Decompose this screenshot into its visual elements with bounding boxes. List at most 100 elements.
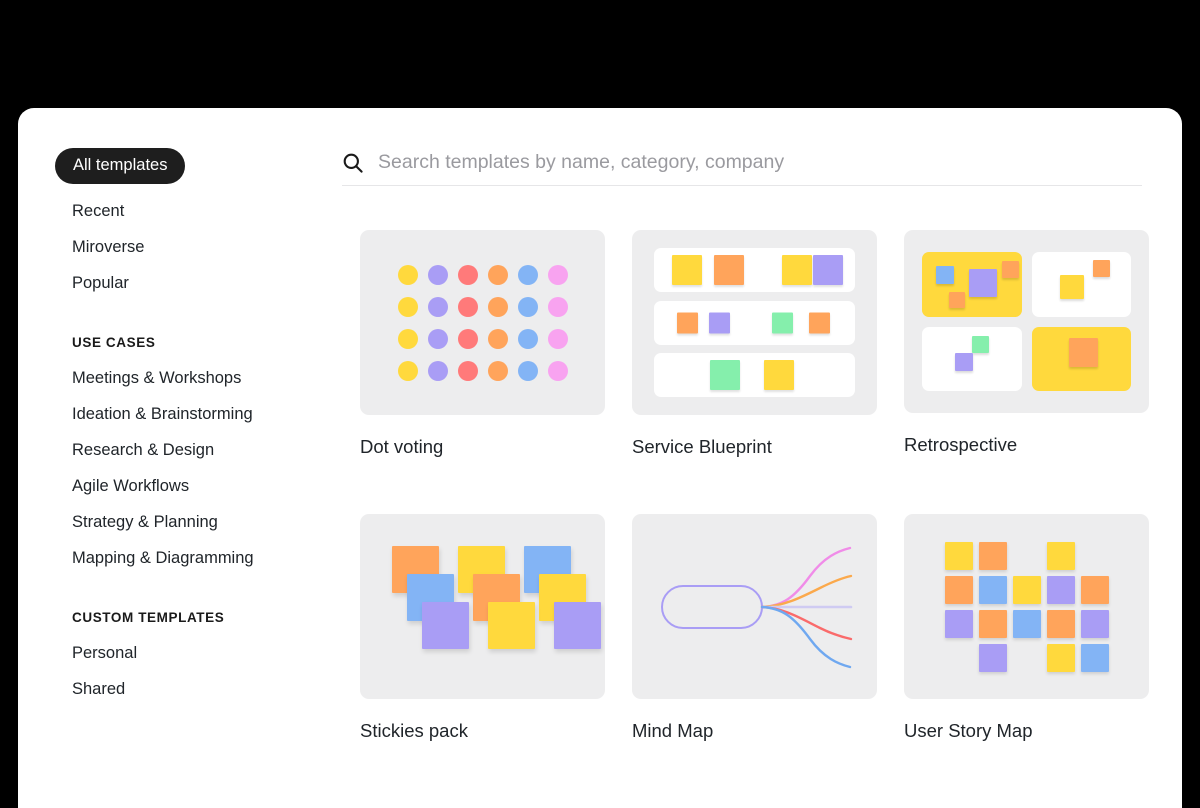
vote-dot [548,265,568,285]
sidebar-item-research-design[interactable]: Research & Design [72,432,318,468]
sidebar-item-label: Ideation & Brainstorming [72,405,253,423]
vote-dot [398,297,418,317]
sidebar-item-label: Personal [72,644,137,662]
sticky-note [949,292,965,308]
sidebar-heading-use-cases: USE CASES [72,335,318,350]
vote-dot [398,361,418,381]
template-card-retrospective[interactable]: Retrospective [904,230,1149,458]
retro-quadrant [1032,252,1132,317]
vote-dot [398,329,418,349]
sidebar-item-recent[interactable]: Recent [72,193,318,229]
sidebar: All templates Recent Miroverse Popular U… [18,108,318,808]
vote-dot [458,329,478,349]
sidebar-item-label: Meetings & Workshops [72,369,241,387]
vote-dot [518,297,538,317]
search-input[interactable] [378,151,1142,174]
vote-dot [428,329,448,349]
sticky-note [672,255,702,285]
template-card-dot-voting[interactable]: Dot voting [360,230,605,458]
template-card-stickies-pack[interactable]: Stickies pack [360,514,605,742]
sidebar-item-label: All templates [73,156,167,174]
template-card-title: Dot voting [360,436,605,458]
sticky-note [488,602,535,649]
sidebar-item-label: Research & Design [72,441,214,459]
template-card-title: User Story Map [904,720,1149,742]
template-card-service-blueprint[interactable]: Service Blueprint [632,230,877,458]
sidebar-item-agile-workflows[interactable]: Agile Workflows [72,468,318,504]
retro-quadrant [1032,327,1132,392]
sticky-note [764,360,794,390]
template-card-title: Stickies pack [360,720,605,742]
sticky-note [1069,338,1098,367]
sticky-note [955,353,973,371]
sidebar-item-shared[interactable]: Shared [72,671,318,707]
mind-map-art [632,514,877,699]
vote-dot [548,361,568,381]
sidebar-item-meetings-workshops[interactable]: Meetings & Workshops [72,360,318,396]
dot-voting-art [398,265,568,381]
app-window: All templates Recent Miroverse Popular U… [18,108,1182,808]
mind-map-node [662,586,762,628]
sticky-note [709,312,730,333]
sidebar-item-label: Miroverse [72,238,144,256]
grid-gap [945,644,973,672]
sticky-note [945,610,973,638]
blueprint-row [654,353,855,397]
search-bar[interactable] [342,140,1142,186]
sidebar-item-personal[interactable]: Personal [72,635,318,671]
sticky-note [677,312,698,333]
sidebar-item-miroverse[interactable]: Miroverse [72,229,318,265]
template-thumbnail [360,230,605,415]
sticky-note [809,312,830,333]
template-grid: Dot voting Service Blueprint Retrospecti… [360,230,1160,742]
template-card-user-story-map[interactable]: User Story Map [904,514,1149,742]
sticky-note [1047,610,1075,638]
sticky-note [945,576,973,604]
sticky-note [554,602,601,649]
vote-dot [488,265,508,285]
vote-dot [488,361,508,381]
template-thumbnail [904,230,1149,413]
grid-gap [1013,542,1041,570]
sidebar-item-ideation-brainstorming[interactable]: Ideation & Brainstorming [72,396,318,432]
sticky-note [1060,275,1084,299]
sticky-note [1081,610,1109,638]
sidebar-heading-custom-templates: CUSTOM TEMPLATES [72,610,318,625]
sidebar-item-label: Recent [72,202,124,220]
vote-dot [518,361,538,381]
blueprint-row [654,248,855,292]
vote-dot [428,265,448,285]
sticky-note [1047,644,1075,672]
vote-dot [518,329,538,349]
branch-pink [762,548,850,607]
template-card-title: Mind Map [632,720,877,742]
sticky-note [969,269,997,297]
sidebar-item-label: Shared [72,680,125,698]
template-thumbnail [632,514,877,699]
sidebar-item-all-templates[interactable]: All templates [55,148,185,184]
sticky-note [813,255,843,285]
retro-quadrant [922,252,1022,317]
sticky-note [710,360,740,390]
grid-gap [1081,542,1109,570]
grid-gap [1013,644,1041,672]
sidebar-item-label: Popular [72,274,129,292]
vote-dot [488,297,508,317]
vote-dot [548,329,568,349]
sticky-note [945,542,973,570]
template-card-title: Retrospective [904,434,1149,456]
sticky-note [979,542,1007,570]
sidebar-item-label: Agile Workflows [72,477,189,495]
sidebar-item-strategy-planning[interactable]: Strategy & Planning [72,504,318,540]
sidebar-item-popular[interactable]: Popular [72,265,318,301]
sidebar-item-mapping-diagramming[interactable]: Mapping & Diagramming [72,540,318,576]
template-card-mind-map[interactable]: Mind Map [632,514,877,742]
sticky-note [1047,576,1075,604]
sticky-note [1081,644,1109,672]
sidebar-item-label: Mapping & Diagramming [72,549,254,567]
vote-dot [428,361,448,381]
main-content: Dot voting Service Blueprint Retrospecti… [318,108,1182,808]
search-icon [342,152,364,174]
sticky-note [1002,261,1019,278]
vote-dot [398,265,418,285]
